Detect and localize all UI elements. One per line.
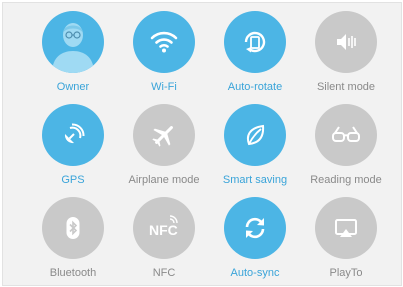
smart-saving-label: Smart saving bbox=[222, 174, 288, 186]
silent-mode-icon bbox=[337, 34, 356, 50]
owner-tile[interactable]: Owner bbox=[27, 11, 119, 101]
nfc-button[interactable]: NFC bbox=[133, 197, 195, 259]
bluetooth-icon bbox=[66, 217, 80, 239]
nfc-tile[interactable]: NFC NFC bbox=[118, 197, 210, 287]
airplane-mode-label: Airplane mode bbox=[128, 174, 200, 186]
leaf-icon bbox=[246, 124, 265, 146]
rotate-icon bbox=[244, 31, 266, 53]
playto-tile[interactable]: PlayTo bbox=[300, 197, 392, 287]
gps-button[interactable] bbox=[42, 104, 104, 166]
cast-icon bbox=[335, 219, 357, 237]
bluetooth-tile[interactable]: Bluetooth bbox=[27, 197, 119, 287]
wifi-tile[interactable]: Wi-Fi bbox=[118, 11, 210, 101]
owner-label: Owner bbox=[56, 81, 90, 93]
playto-button[interactable] bbox=[315, 197, 377, 259]
auto-sync-button[interactable] bbox=[224, 197, 286, 259]
gps-label: GPS bbox=[61, 174, 85, 186]
airplane-mode-tile[interactable]: Airplane mode bbox=[118, 104, 210, 194]
silent-mode-label: Silent mode bbox=[316, 81, 376, 93]
svg-text:NFC: NFC bbox=[149, 222, 178, 238]
smart-saving-button[interactable] bbox=[224, 104, 286, 166]
reading-mode-tile[interactable]: Reading mode bbox=[300, 104, 392, 194]
airplane-icon bbox=[152, 126, 173, 147]
nfc-label: NFC bbox=[152, 267, 176, 279]
owner-button[interactable] bbox=[42, 11, 104, 73]
auto-rotate-tile[interactable]: Auto-rotate bbox=[209, 11, 301, 101]
auto-sync-label: Auto-sync bbox=[230, 267, 280, 279]
bluetooth-button[interactable] bbox=[42, 197, 104, 259]
smart-saving-tile[interactable]: Smart saving bbox=[209, 104, 301, 194]
gps-tile[interactable]: GPS bbox=[27, 104, 119, 194]
nfc-icon: NFC bbox=[149, 215, 178, 238]
auto-sync-tile[interactable]: Auto-sync bbox=[209, 197, 301, 287]
silent-mode-button[interactable] bbox=[315, 11, 377, 73]
reading-mode-button[interactable] bbox=[315, 104, 377, 166]
playto-label: PlayTo bbox=[329, 267, 363, 279]
wifi-icon bbox=[150, 31, 178, 53]
auto-rotate-label: Auto-rotate bbox=[227, 81, 283, 93]
reading-mode-label: Reading mode bbox=[310, 174, 382, 186]
wifi-label: Wi-Fi bbox=[151, 81, 177, 93]
auto-rotate-button[interactable] bbox=[224, 11, 286, 73]
quick-settings-panel: Owner Wi-Fi Auto-rotate Silent mode GPS … bbox=[2, 2, 402, 286]
sync-icon bbox=[245, 217, 265, 239]
wifi-button[interactable] bbox=[133, 11, 195, 73]
bluetooth-label: Bluetooth bbox=[49, 267, 97, 279]
glasses-icon bbox=[332, 126, 360, 142]
airplane-mode-button[interactable] bbox=[133, 104, 195, 166]
avatar-icon bbox=[52, 23, 94, 73]
gps-icon bbox=[64, 123, 85, 144]
silent-mode-tile[interactable]: Silent mode bbox=[300, 11, 392, 101]
